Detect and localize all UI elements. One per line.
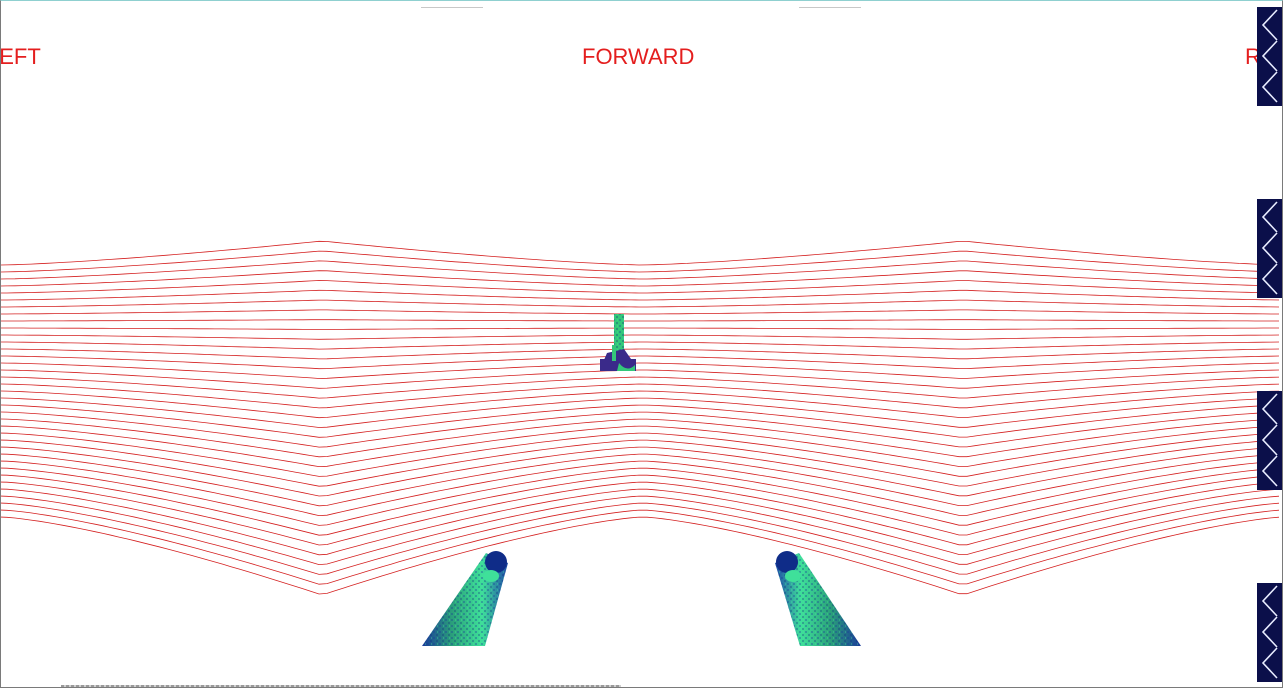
side-button-1[interactable] xyxy=(1257,7,1282,106)
terrain-line xyxy=(1,418,1280,458)
terrain-line xyxy=(1,425,1280,468)
terrain-line xyxy=(1,397,1280,428)
terrain-line xyxy=(1,299,1280,308)
scene-canvas xyxy=(1,240,1280,646)
terrain-grid xyxy=(1,240,1280,595)
terrain-line xyxy=(1,460,1280,517)
terrain-line xyxy=(1,341,1280,350)
cannon-barrel-left xyxy=(422,551,508,646)
chevron-left-icon xyxy=(1261,9,1278,103)
terrain-line xyxy=(1,362,1280,379)
game-viewport[interactable]: LEFT FORWARD RIGHT xyxy=(0,0,1283,688)
terrain-line xyxy=(1,348,1280,360)
terrain-line xyxy=(1,404,1280,438)
side-button-4[interactable] xyxy=(1257,583,1282,682)
terrain-line xyxy=(1,376,1280,399)
terrain-line xyxy=(1,411,1280,448)
chevron-left-icon xyxy=(1261,201,1278,295)
side-button-2[interactable] xyxy=(1257,199,1282,298)
terrain-line xyxy=(1,270,1280,287)
terrain-line xyxy=(1,369,1280,389)
terrain-line xyxy=(1,327,1279,330)
chevron-left-icon xyxy=(1261,585,1278,679)
terrain-line xyxy=(1,334,1280,340)
terrain-line xyxy=(1,474,1280,536)
terrain-line xyxy=(1,481,1280,546)
chevron-left-icon xyxy=(1261,393,1278,487)
terrain-line xyxy=(1,319,1279,322)
cannon-barrel-right xyxy=(775,551,861,646)
terrain-line xyxy=(1,355,1280,370)
terrain-line xyxy=(1,516,1280,595)
terrain-line xyxy=(1,260,1280,280)
side-button-3[interactable] xyxy=(1257,391,1282,490)
terrain-line xyxy=(1,289,1280,301)
terrain-line xyxy=(1,509,1280,585)
terrain-line xyxy=(1,488,1280,556)
terrain-line xyxy=(1,432,1280,477)
terrain-line xyxy=(1,309,1279,315)
terrain-line xyxy=(1,280,1280,294)
terrain-line xyxy=(1,250,1280,273)
